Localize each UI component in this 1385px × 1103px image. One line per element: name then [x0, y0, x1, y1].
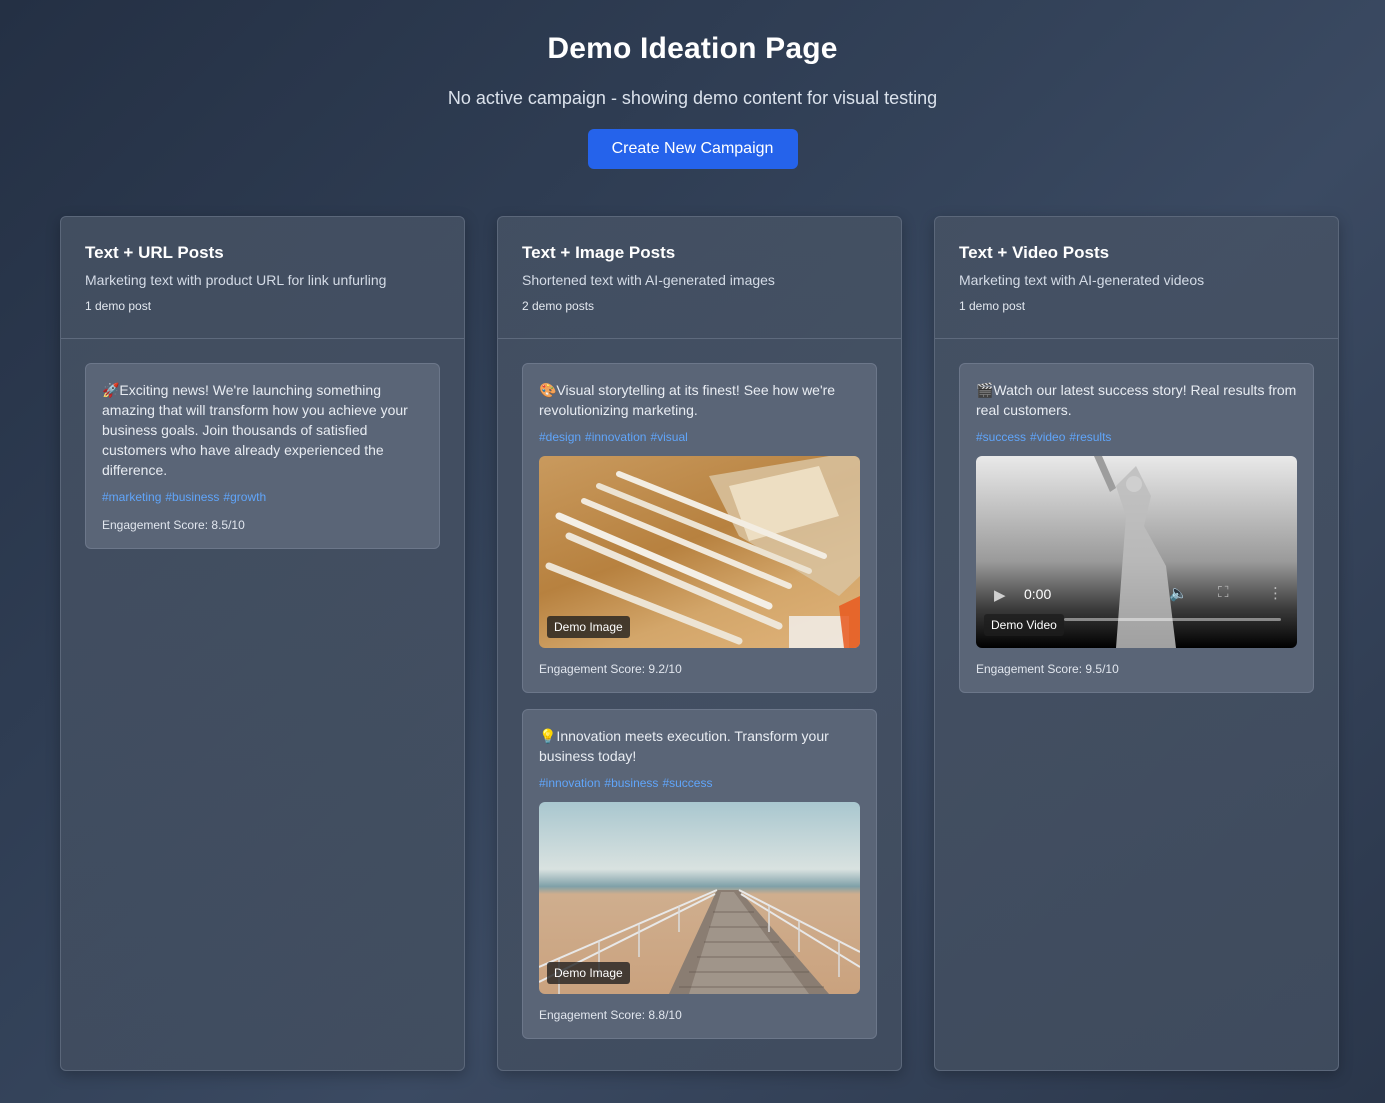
post-image[interactable]: Demo Image [539, 456, 860, 648]
column-post-count: 1 demo post [85, 299, 152, 313]
hashtag[interactable]: #innovation [539, 776, 600, 790]
column-text-video: Text + Video Posts Marketing text with A… [934, 216, 1339, 1071]
video-progress-bar[interactable] [1064, 618, 1281, 621]
hashtag[interactable]: #innovation [585, 430, 646, 444]
post-text: 🚀Exciting news! We're launching somethin… [102, 382, 408, 478]
column-header: Text + Image Posts Shortened text with A… [498, 217, 901, 339]
media-label: Demo Video [984, 614, 1064, 636]
columns-container: Text + URL Posts Marketing text with pro… [60, 216, 1340, 1071]
column-text-url: Text + URL Posts Marketing text with pro… [60, 216, 465, 1071]
video-player[interactable]: ▶ 0:00 🔈 ⛶ ⋮ Demo Video [976, 456, 1297, 648]
engagement-score: Engagement Score: 8.5/10 [102, 518, 245, 532]
hashtag[interactable]: #success [976, 430, 1026, 444]
column-title: Text + Video Posts [959, 243, 1110, 262]
post-text: 💡Innovation meets execution. Transform y… [539, 728, 829, 764]
hashtag[interactable]: #business [165, 490, 219, 504]
column-header: Text + URL Posts Marketing text with pro… [61, 217, 464, 339]
column-description: Marketing text with product URL for link… [85, 272, 387, 288]
column-body: 🚀Exciting news! We're launching somethin… [61, 339, 464, 589]
column-description: Marketing text with AI-generated videos [959, 272, 1205, 288]
hashtag[interactable]: #business [604, 776, 658, 790]
play-icon[interactable]: ▶ [994, 586, 1006, 604]
page-title: Demo Ideation Page [547, 32, 838, 65]
post-tags: #design #innovation #visual [539, 430, 860, 444]
hashtag[interactable]: #success [662, 776, 712, 790]
post-text: 🎬Watch our latest success story! Real re… [976, 382, 1297, 418]
more-options-icon[interactable]: ⋮ [1268, 584, 1283, 602]
volume-icon[interactable]: 🔈 [1169, 584, 1188, 602]
post-image[interactable]: Demo Image [539, 802, 860, 994]
post-card[interactable]: 💡Innovation meets execution. Transform y… [522, 709, 877, 1039]
video-controls: ▶ 0:00 🔈 ⛶ ⋮ [976, 578, 1297, 648]
hashtag[interactable]: #growth [223, 490, 266, 504]
post-text: 🎨Visual storytelling at its finest! See … [539, 382, 836, 418]
fullscreen-icon[interactable]: ⛶ [1218, 584, 1229, 601]
post-tags: #success #video #results [976, 430, 1297, 444]
hashtag[interactable]: #marketing [102, 490, 161, 504]
column-body: 🎬Watch our latest success story! Real re… [935, 339, 1338, 733]
column-title: Text + URL Posts [85, 243, 224, 262]
post-tags: #innovation #business #success [539, 776, 860, 790]
column-body: 🎨Visual storytelling at its finest! See … [498, 339, 901, 1079]
engagement-score: Engagement Score: 9.5/10 [976, 662, 1119, 676]
hashtag[interactable]: #results [1069, 430, 1111, 444]
post-card[interactable]: 🚀Exciting news! We're launching somethin… [85, 363, 440, 549]
post-card[interactable]: 🎨Visual storytelling at its finest! See … [522, 363, 877, 693]
post-card[interactable]: 🎬Watch our latest success story! Real re… [959, 363, 1314, 693]
video-time: 0:00 [1024, 586, 1052, 602]
column-description: Shortened text with AI-generated images [522, 272, 775, 288]
page-header: Demo Ideation Page No active campaign - … [0, 0, 1385, 169]
page-subtitle: No active campaign - showing demo conten… [447, 88, 938, 108]
column-post-count: 2 demo posts [522, 299, 595, 313]
media-label: Demo Image [547, 616, 630, 638]
engagement-score: Engagement Score: 8.8/10 [539, 1008, 682, 1022]
media-label: Demo Image [547, 962, 630, 984]
hashtag[interactable]: #design [539, 430, 581, 444]
hashtag[interactable]: #video [1030, 430, 1065, 444]
post-tags: #marketing #business #growth [102, 490, 423, 504]
column-title: Text + Image Posts [522, 243, 676, 262]
create-campaign-button[interactable]: Create New Campaign [587, 129, 798, 169]
column-text-image: Text + Image Posts Shortened text with A… [497, 216, 902, 1071]
hashtag[interactable]: #visual [650, 430, 687, 444]
column-post-count: 1 demo post [959, 299, 1026, 313]
column-header: Text + Video Posts Marketing text with A… [935, 217, 1338, 339]
engagement-score: Engagement Score: 9.2/10 [539, 662, 682, 676]
